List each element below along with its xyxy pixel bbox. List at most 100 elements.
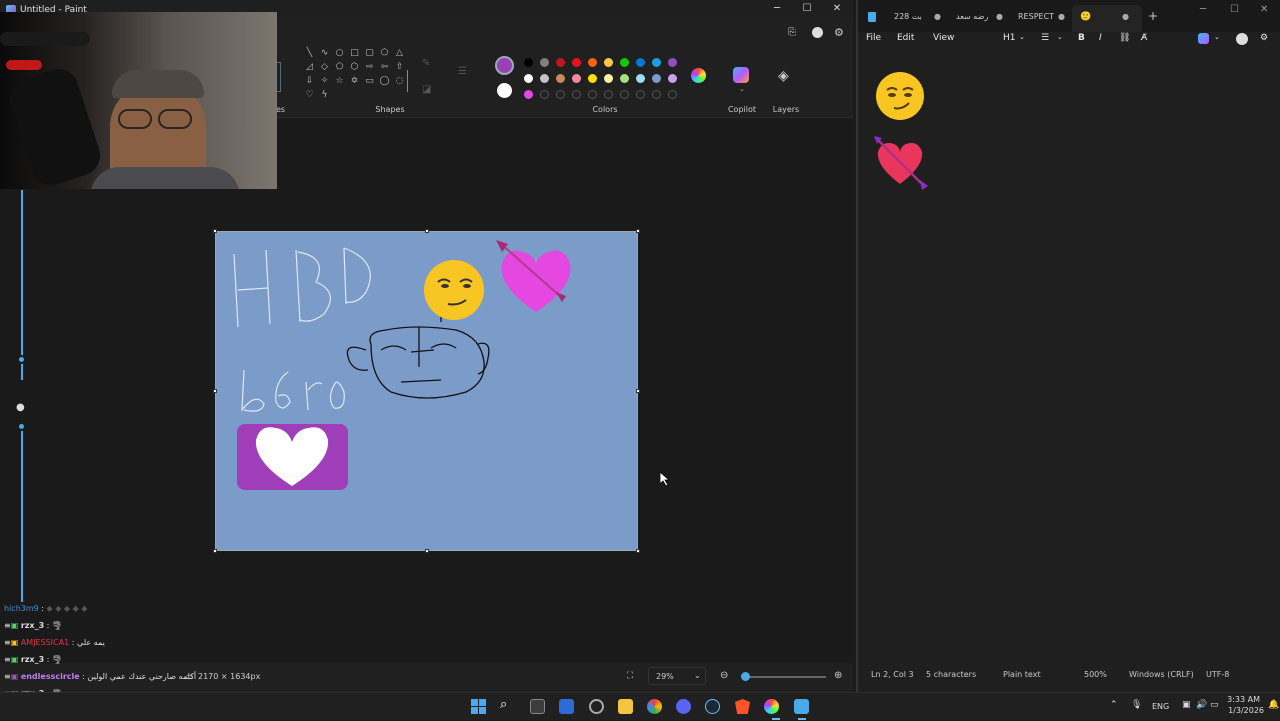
close-button[interactable]: ✕ xyxy=(1260,4,1268,15)
italic-icon[interactable]: I xyxy=(1099,33,1102,43)
empty-color-slot[interactable] xyxy=(588,90,597,99)
resize-handle-s[interactable] xyxy=(425,549,429,553)
palette-color-swatch[interactable] xyxy=(572,74,581,83)
tab-3[interactable]: RESPECT xyxy=(1018,12,1054,21)
volume-icon[interactable]: 🔊 xyxy=(1196,700,1207,710)
callout-oval-shape-icon[interactable]: ◯ xyxy=(378,76,391,86)
opacity-slider-thumb[interactable] xyxy=(17,422,26,431)
empty-color-slot[interactable] xyxy=(540,90,549,99)
settings-gear-icon[interactable]: ⚙ xyxy=(834,26,844,39)
palette-color-swatch[interactable] xyxy=(588,74,597,83)
resize-handle-w[interactable] xyxy=(213,389,217,393)
network-icon[interactable]: ▣ xyxy=(1182,700,1191,710)
opacity-slider-track[interactable] xyxy=(21,422,23,602)
five-point-star-shape-icon[interactable]: ☆ xyxy=(333,76,346,86)
resize-handle-se[interactable] xyxy=(636,549,640,553)
resize-handle-sw[interactable] xyxy=(213,549,217,553)
empty-color-slot[interactable] xyxy=(556,90,565,99)
empty-color-slot[interactable] xyxy=(652,90,661,99)
heading-dropdown[interactable]: H1 xyxy=(1003,33,1016,43)
task-view-icon[interactable] xyxy=(530,699,545,714)
tab-active[interactable]: 🙂 ● xyxy=(1072,5,1142,32)
callout-cloud-shape-icon[interactable]: ◌ xyxy=(393,76,406,86)
custom-color-swatch[interactable] xyxy=(524,90,533,99)
oval-shape-icon[interactable]: ○ xyxy=(333,48,346,58)
notepad-editor[interactable] xyxy=(858,52,1280,666)
settings-gear-icon[interactable]: ⚙ xyxy=(1260,33,1268,43)
list-icon[interactable]: ☰ xyxy=(1041,33,1049,43)
notifications-bell-icon[interactable]: 🔔 xyxy=(1268,700,1279,710)
brave-icon[interactable] xyxy=(735,699,750,714)
resize-handle-ne[interactable] xyxy=(636,229,640,233)
minimize-button[interactable]: ─ xyxy=(1200,4,1206,15)
zoom-slider-thumb[interactable] xyxy=(741,672,750,681)
menu-file[interactable]: File xyxy=(866,33,881,43)
maximize-button[interactable]: ☐ xyxy=(1230,4,1239,15)
rounded-rect-shape-icon[interactable]: ▢ xyxy=(363,48,376,58)
resize-handle-nw[interactable] xyxy=(213,229,217,233)
heart-shape-icon[interactable]: ♡ xyxy=(303,90,316,100)
battery-icon[interactable]: ▭ xyxy=(1210,700,1219,710)
four-point-star-shape-icon[interactable]: ✧ xyxy=(318,76,331,86)
microphone-icon[interactable]: 🎙 xyxy=(1131,700,1142,710)
zoom-out-icon[interactable]: ⊖ xyxy=(720,670,728,681)
pentagon-shape-icon[interactable]: ⬠ xyxy=(333,62,346,72)
triangle-shape-icon[interactable]: △ xyxy=(393,48,406,58)
primary-color-swatch[interactable] xyxy=(495,56,514,75)
copilot-chevron-down-icon[interactable]: ⌄ xyxy=(739,85,745,93)
right-triangle-shape-icon[interactable]: ◿ xyxy=(303,62,316,72)
copilot-label[interactable]: Copilot xyxy=(724,105,760,114)
minimize-button[interactable]: ─ xyxy=(762,3,792,14)
palette-color-swatch[interactable] xyxy=(636,74,645,83)
shapes-scroll-bar[interactable] xyxy=(407,70,408,92)
palette-color-swatch[interactable] xyxy=(556,58,565,67)
clock-time[interactable]: 3:33 AM xyxy=(1224,695,1260,704)
palette-color-swatch[interactable] xyxy=(524,74,533,83)
file-explorer-icon[interactable] xyxy=(618,699,633,714)
zoom-in-icon[interactable]: ⊕ xyxy=(834,670,842,681)
zoom-slider-track[interactable] xyxy=(742,676,826,678)
menu-edit[interactable]: Edit xyxy=(897,33,914,43)
zoom-select[interactable]: 29% ⌄ xyxy=(648,667,706,685)
link-icon[interactable]: ⛓ xyxy=(1119,33,1130,43)
store-icon[interactable] xyxy=(559,699,574,714)
outline-icon[interactable]: ✎ xyxy=(422,58,430,69)
palette-color-swatch[interactable] xyxy=(620,58,629,67)
copilot-icon[interactable] xyxy=(733,67,749,83)
fill-icon[interactable]: ◪ xyxy=(422,84,431,95)
palette-color-swatch[interactable] xyxy=(604,58,613,67)
clear-format-icon[interactable]: A̸ xyxy=(1141,33,1147,43)
empty-color-slot[interactable] xyxy=(668,90,677,99)
down-arrow-shape-icon[interactable]: ⇩ xyxy=(303,76,316,86)
six-point-star-shape-icon[interactable]: ✡ xyxy=(348,76,361,86)
drawing-canvas[interactable] xyxy=(213,229,640,553)
polygon-shape-icon[interactable]: ⬠ xyxy=(378,48,391,58)
new-tab-plus-icon[interactable]: + xyxy=(1148,9,1158,23)
palette-color-swatch[interactable] xyxy=(652,58,661,67)
steam-icon[interactable] xyxy=(705,699,720,714)
palette-color-swatch[interactable] xyxy=(604,74,613,83)
palette-color-swatch[interactable] xyxy=(636,58,645,67)
copilot-icon[interactable] xyxy=(1198,33,1209,44)
palette-color-swatch[interactable] xyxy=(620,74,629,83)
tab-1[interactable]: 228 بت xyxy=(894,12,922,21)
chrome-icon[interactable] xyxy=(647,699,662,714)
callout-rect-shape-icon[interactable]: ▭ xyxy=(363,76,376,86)
empty-color-slot[interactable] xyxy=(620,90,629,99)
bold-icon[interactable]: B xyxy=(1078,33,1085,43)
rectangle-shape-icon[interactable]: □ xyxy=(348,48,361,58)
secondary-color-swatch[interactable] xyxy=(497,83,512,98)
layers-label[interactable]: Layers xyxy=(768,105,804,114)
palette-color-swatch[interactable] xyxy=(540,58,549,67)
close-button[interactable]: ✕ xyxy=(822,3,852,14)
menu-view[interactable]: View xyxy=(933,33,954,43)
right-arrow-shape-icon[interactable]: ⇨ xyxy=(363,62,376,72)
palette-color-swatch[interactable] xyxy=(652,74,661,83)
palette-color-swatch[interactable] xyxy=(668,74,677,83)
brush-size-slider-thumb[interactable] xyxy=(17,355,26,364)
resize-handle-e[interactable] xyxy=(636,389,640,393)
tab-2[interactable]: رضه سعد xyxy=(956,12,988,21)
empty-color-slot[interactable] xyxy=(604,90,613,99)
brush-size-slider-track[interactable] xyxy=(21,190,23,380)
share-icon[interactable]: ⎘ xyxy=(788,27,796,38)
